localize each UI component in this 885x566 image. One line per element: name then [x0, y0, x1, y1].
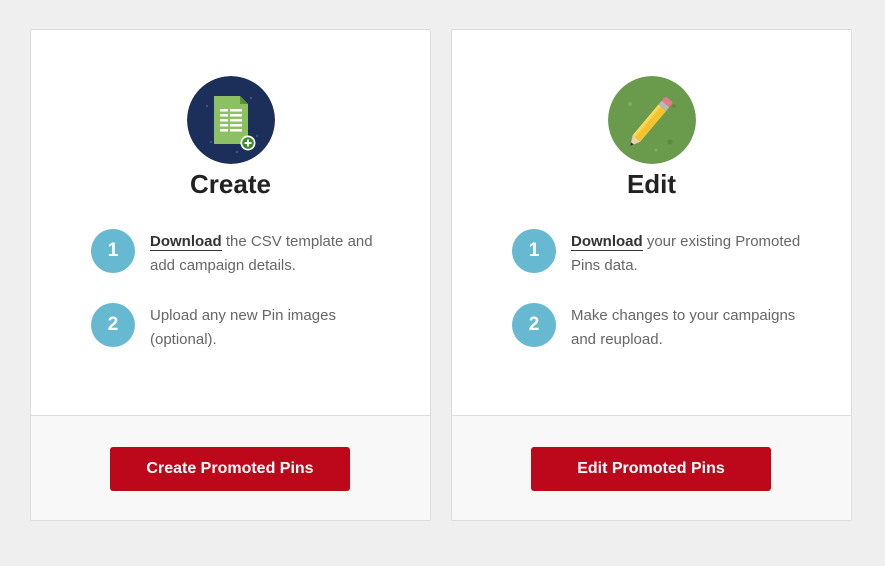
edit-card: Edit 1 Download your existing Promoted P… — [451, 29, 852, 521]
edit-card-title: Edit — [626, 169, 677, 199]
step-text: Make changes to your campaigns and reupl… — [571, 304, 811, 352]
create-card-title: Create — [190, 169, 271, 199]
step-text: Download the CSV template and add campai… — [150, 230, 390, 278]
create-promoted-pins-button[interactable]: Create Promoted Pins — [110, 447, 350, 491]
edit-card-footer: Edit Promoted Pins — [452, 415, 851, 520]
step-description: Upload any new Pin images (optional). — [150, 307, 336, 348]
download-existing-data-link[interactable]: Download — [571, 233, 643, 251]
create-card-footer: Create Promoted Pins — [31, 415, 430, 520]
step-number-badge: 2 — [91, 303, 135, 347]
create-step-1: 1 Download the CSV template and add camp… — [91, 229, 391, 279]
create-card-body: Create 1 Download the CSV template and a… — [31, 30, 430, 415]
csv-spreadsheet-add-icon — [187, 76, 275, 164]
download-csv-template-link[interactable]: Download — [150, 233, 222, 251]
step-text: Upload any new Pin images (optional). — [150, 304, 390, 352]
edit-promoted-pins-button[interactable]: Edit Promoted Pins — [531, 447, 771, 491]
create-card: Create 1 Download the CSV template and a… — [30, 29, 431, 521]
step-text: Download your existing Promoted Pins dat… — [571, 230, 811, 278]
step-number-badge: 2 — [512, 303, 556, 347]
edit-step-2: 2 Make changes to your campaigns and reu… — [512, 303, 812, 353]
edit-card-body: Edit 1 Download your existing Promoted P… — [452, 30, 851, 415]
pencil-edit-icon — [608, 76, 696, 164]
step-number-badge: 1 — [91, 229, 135, 273]
step-number-badge: 1 — [512, 229, 556, 273]
step-description: Make changes to your campaigns and reupl… — [571, 307, 796, 348]
edit-step-1: 1 Download your existing Promoted Pins d… — [512, 229, 812, 279]
create-step-2: 2 Upload any new Pin images (optional). — [91, 303, 391, 353]
